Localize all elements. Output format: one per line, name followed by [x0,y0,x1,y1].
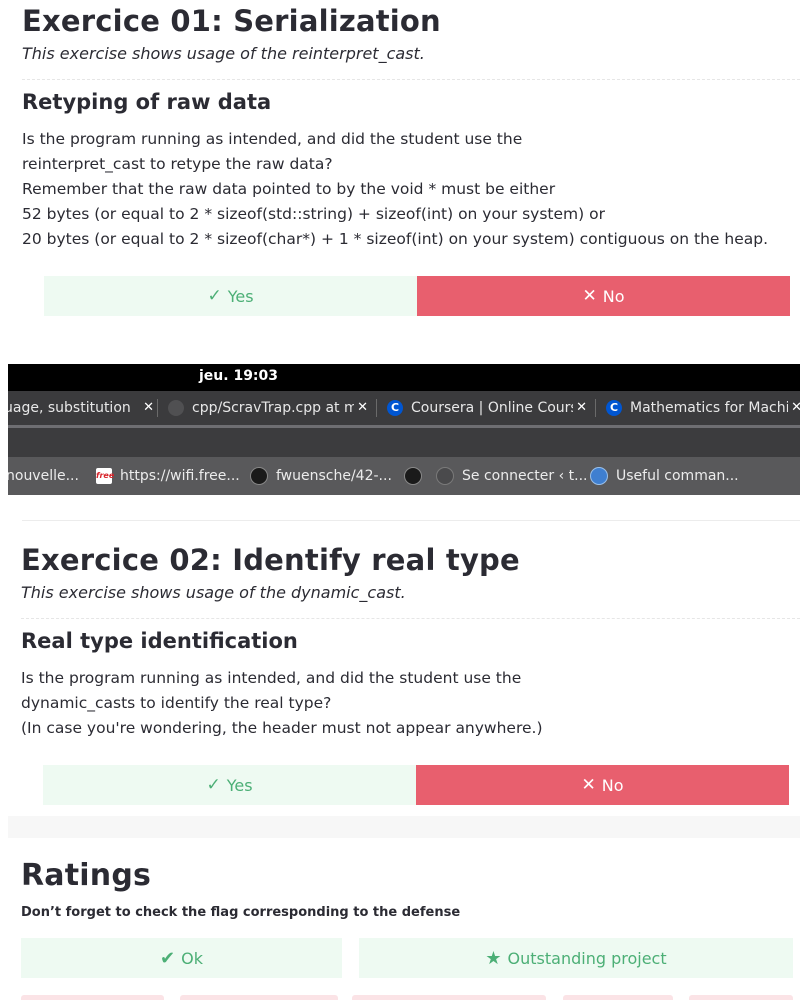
wordpress-icon [436,467,454,485]
github-icon [168,400,184,416]
browser-tab[interactable]: C Mathematics for Machin ✕ [606,391,800,425]
exercise-02-subtitle: This exercise shows usage of the dynamic… [21,583,406,602]
browser-tab[interactable]: cpp/ScravTrap.cpp at ma ✕ [168,391,368,425]
description-line: 52 bytes (or equal to 2 * sizeof(std::st… [22,205,605,223]
yes-label: Yes [227,286,254,306]
close-icon[interactable]: ✕ [788,400,800,415]
ok-flag-button[interactable]: ✔ Ok [21,938,342,978]
bookmark-item[interactable]: Useful comman... [590,457,739,495]
close-icon[interactable]: ✕ [140,400,154,415]
description-line: Remember that the raw data pointed to by… [22,180,556,198]
outstanding-label: Outstanding project [507,948,667,968]
check-icon: ✓ [207,286,222,306]
tab-label: Coursera | Online Cours [411,400,578,416]
ratings-note: Don’t forget to check the flag correspon… [21,905,461,920]
browser-tab[interactable]: C Coursera | Online Cours ✕ [387,391,587,425]
bookmark-item[interactable]: nouvelle... [8,457,79,495]
address-bar-area[interactable] [8,428,800,457]
description-line: (In case you're wondering, the header mu… [21,719,543,737]
ratings-title: Ratings [21,858,152,893]
bookmarks-bar: nouvelle... free https://wifi.free... fw… [8,457,800,495]
clock[interactable]: jeu. 19:03 [199,368,278,384]
flag-button[interactable] [689,995,793,1000]
close-icon[interactable]: ✕ [573,400,587,415]
tab-separator [595,399,596,417]
exercise-01-section-title: Retyping of raw data [22,90,272,114]
divider [21,618,800,619]
coursera-icon: C [387,400,403,416]
flag-button[interactable] [21,995,164,1000]
tab-label: Mathematics for Machin [630,400,799,416]
yes-label: Yes [226,775,253,795]
exercise-02-title: Exercice 02: Identify real type [21,543,520,577]
ok-label: Ok [181,948,203,968]
globe-icon [590,467,608,485]
tab-separator [376,399,377,417]
outstanding-flag-button[interactable]: ★ Outstanding project [359,938,793,978]
exercise-02-description: Is the program running as intended, and … [21,666,543,741]
tab-separator [157,399,158,417]
bookmark-item[interactable]: Se connecter ‹ t... [436,457,587,495]
description-line: reinterpret_cast to retype the raw data? [22,155,333,173]
bookmark-label: Useful comman... [616,468,739,484]
flag-button[interactable] [563,995,673,1000]
star-icon: ★ [485,947,502,969]
system-top-bar: jeu. 19:03 [8,364,800,391]
exercise-01-title: Exercice 01: Serialization [22,4,441,38]
description-line: Is the program running as intended, and … [21,669,522,687]
exercise-01-subtitle: This exercise shows usage of the reinter… [22,44,425,63]
exercise-02-no-button[interactable]: ✕ No [416,765,789,805]
no-label: No [602,286,625,306]
cross-icon: ✕ [582,286,597,306]
browser-chrome: jeu. 19:03 uage, substitution ✕ cpp/Scra… [8,364,800,495]
description-line: Is the program running as intended, and … [22,130,523,148]
flag-button[interactable] [352,995,546,1000]
bookmark-label: Se connecter ‹ t... [462,468,588,484]
flag-button[interactable] [180,995,338,1000]
close-icon[interactable]: ✕ [354,400,368,415]
github-icon [250,467,268,485]
github-icon [404,467,422,485]
tab-label: cpp/ScravTrap.cpp at ma [192,400,367,416]
description-line: dynamic_casts to identify the real type? [21,694,332,712]
tab-bar: uage, substitution ✕ cpp/ScravTrap.cpp a… [8,391,800,425]
browser-tab[interactable]: uage, substitution ✕ [8,391,154,425]
bookmark-label: nouvelle... [8,468,79,484]
check-icon: ✔ [160,947,176,969]
coursera-icon: C [606,400,622,416]
exercise-02-yes-button[interactable]: ✓ Yes [43,765,416,805]
section-separator [8,816,800,838]
bookmark-label: https://wifi.free... [120,468,240,484]
exercise-01-no-button[interactable]: ✕ No [417,276,790,316]
divider [22,79,800,80]
check-icon: ✓ [206,775,221,795]
exercise-01-description: Is the program running as intended, and … [22,127,768,252]
no-label: No [601,775,624,795]
cross-icon: ✕ [581,775,596,795]
description-line: 20 bytes (or equal to 2 * sizeof(char*) … [22,230,769,248]
exercise-02-section-title: Real type identification [21,629,298,653]
bookmark-item[interactable] [404,457,430,495]
bookmark-item[interactable]: free https://wifi.free... [96,457,240,495]
tab-label: uage, substitution [8,400,131,416]
free-icon: free [96,468,114,484]
divider [22,520,800,521]
bookmark-label: fwuensche/42-... [276,468,392,484]
exercise-01-yes-button[interactable]: ✓ Yes [44,276,417,316]
bookmark-item[interactable]: fwuensche/42-... [250,457,392,495]
